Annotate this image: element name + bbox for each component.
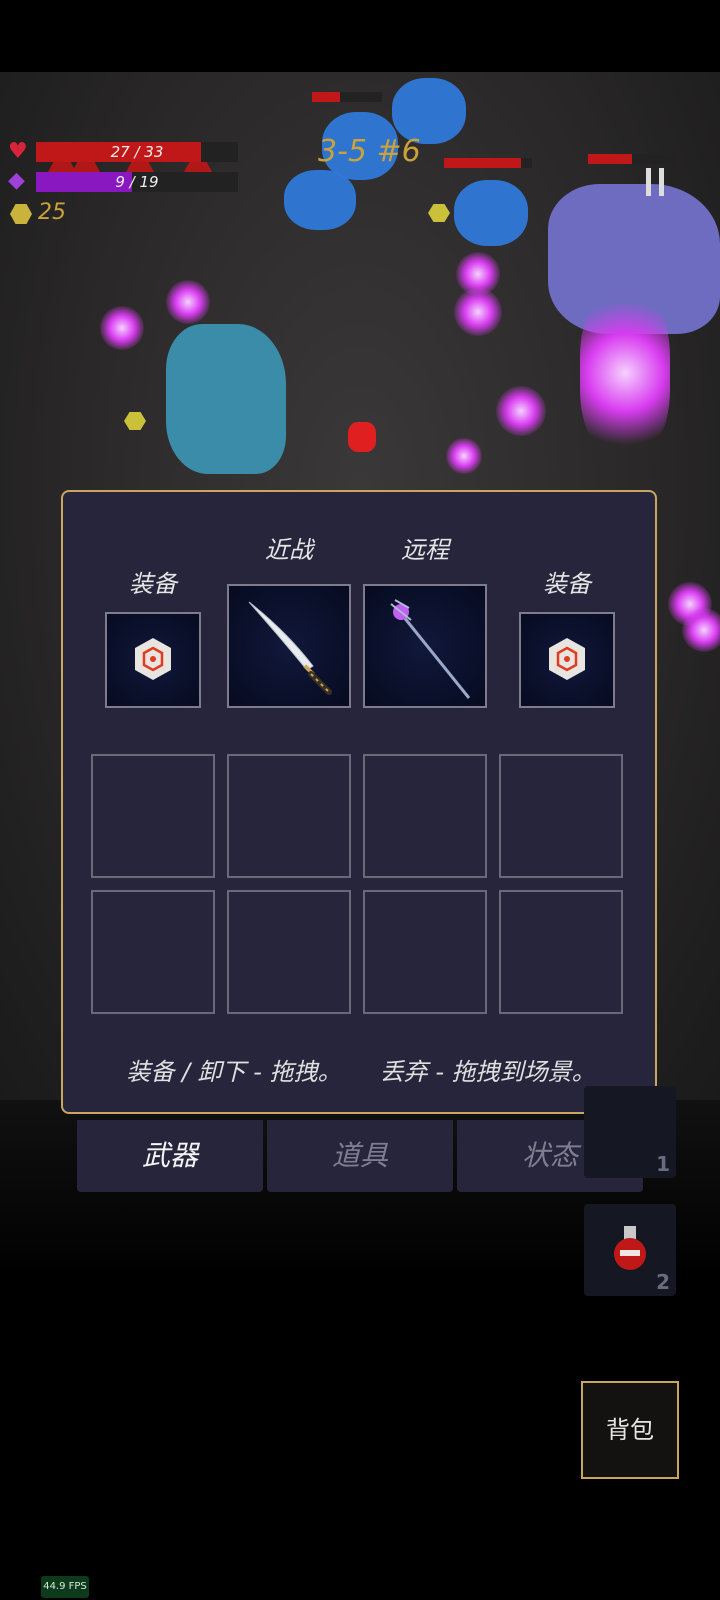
tab-weapons[interactable]: 武器 (77, 1120, 263, 1192)
quick-slot-2[interactable]: 2 (584, 1204, 676, 1296)
katana-icon (248, 601, 332, 695)
enemy-health-bar (312, 92, 382, 102)
equip-left-label: 装备 (129, 570, 177, 598)
quick-slot-count: 1 (656, 1152, 670, 1176)
quick-slot-count: 2 (656, 1270, 670, 1294)
hint-discard: 丢弃 - 拖拽到场景。 (379, 1058, 596, 1086)
inventory-slot[interactable] (363, 890, 487, 1014)
magic-orb (454, 288, 502, 336)
magic-orb (682, 608, 720, 652)
inventory-slot[interactable] (227, 890, 351, 1014)
mana-bar: 9 / 19 (36, 172, 238, 192)
inventory-slot[interactable] (363, 754, 487, 878)
hexagon-rune-stone-icon (549, 638, 585, 680)
inventory-slot[interactable] (91, 754, 215, 878)
hint-equip: 装备 / 卸下 - 拖拽。 (126, 1058, 342, 1086)
inventory-slot[interactable] (227, 754, 351, 878)
ice-golem-enemy (166, 324, 286, 474)
coin-drop (124, 412, 146, 430)
hexagon-rune-stone-icon (135, 638, 171, 680)
magic-orb (166, 280, 210, 324)
coin-drop (428, 204, 450, 222)
magic-orb (446, 438, 482, 474)
magic-staff-icon (390, 599, 471, 699)
enemy-health-bar (444, 158, 532, 168)
pause-icon (646, 168, 651, 196)
heart-icon: ♥ (8, 139, 28, 164)
magic-orb (580, 288, 670, 458)
melee-weapon-slot[interactable] (227, 584, 351, 708)
diamond-icon: ◆ (8, 168, 25, 193)
inventory-hint: 装备 / 卸下 - 拖拽。 丢弃 - 拖拽到场景。 (63, 1052, 659, 1087)
blue-jelly-enemy (284, 170, 356, 230)
equip-right-label: 装备 (543, 570, 591, 598)
inventory-slot[interactable] (499, 754, 623, 878)
tab-items[interactable]: 道具 (267, 1120, 453, 1192)
health-bar: 27 / 33 (36, 142, 238, 162)
mana-text: 9 / 19 (115, 173, 159, 191)
fps-counter: 44.9 FPS (41, 1576, 89, 1598)
ranged-label: 远程 (401, 536, 449, 564)
inventory-slot[interactable] (91, 890, 215, 1014)
red-crystal-drop (348, 422, 376, 452)
melee-label: 近战 (265, 536, 313, 564)
quick-slot-1[interactable]: 1 (584, 1086, 676, 1178)
coin-count: 25 (38, 200, 66, 225)
blue-jelly-enemy (454, 180, 528, 246)
magic-orb (496, 386, 546, 436)
equip-right-slot[interactable] (519, 612, 615, 708)
inventory-panel: 装备 近战 远程 装备 装备 / 卸下 - 拖拽。 丢弃 - 拖拽到场景。 (61, 490, 657, 1114)
magic-orb (100, 306, 144, 350)
wave-indicator: 3-5 #6 (318, 134, 421, 169)
pause-icon (659, 168, 664, 196)
equip-left-slot[interactable] (105, 612, 201, 708)
inventory-slot[interactable] (499, 890, 623, 1014)
enemy-health-bar (588, 154, 676, 164)
pause-button[interactable] (646, 168, 666, 196)
ranged-weapon-slot[interactable] (363, 584, 487, 708)
backpack-button[interactable]: 背包 (581, 1381, 679, 1479)
health-text: 27 / 33 (110, 143, 164, 161)
